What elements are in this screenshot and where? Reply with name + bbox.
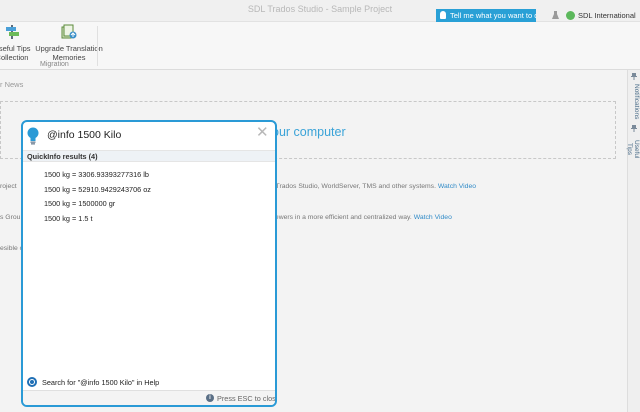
pin-icon-2[interactable] bbox=[630, 124, 638, 132]
ribbon-separator bbox=[97, 26, 98, 66]
tell-me-text: Tell me what you want to do... bbox=[450, 11, 536, 20]
result-item[interactable]: 1500 kg = 1500000 gr bbox=[23, 197, 275, 212]
watch-video-link-2[interactable]: Watch Video bbox=[414, 214, 452, 221]
quickinfo-popup: @info 1500 Kilo ✕ QuickInfo results (4) … bbox=[21, 120, 277, 407]
quickinfo-query[interactable]: @info 1500 Kilo bbox=[47, 129, 121, 141]
esc-hint: Press ESC to close bbox=[217, 394, 277, 403]
upgrade-tm-icon bbox=[61, 24, 77, 39]
search-icon bbox=[27, 377, 37, 387]
result-item[interactable]: 1500 kg = 1.5 t bbox=[23, 212, 275, 227]
result-item[interactable]: 1500 kg = 52910.9429243706 oz bbox=[23, 183, 275, 198]
bg-row-1-text: n Trados Studio, WorldServer, TMS and ot… bbox=[270, 183, 436, 190]
account-status-icon bbox=[566, 11, 575, 20]
ribbon: Useful Tips Collection Upgrade Translati… bbox=[0, 22, 640, 70]
tell-me-search[interactable]: Tell me what you want to do... bbox=[436, 9, 536, 22]
title-bar: SDL Trados Studio - Sample Project Tell … bbox=[0, 0, 640, 22]
useful-tips-button[interactable]: Useful Tips Collection bbox=[0, 24, 32, 62]
help-search-link[interactable]: Search for "@info 1500 Kilo" in Help bbox=[27, 376, 271, 389]
news-tab[interactable]: r News bbox=[0, 80, 23, 89]
bg-row-3-prefix: esible c bbox=[0, 245, 24, 252]
results-header: QuickInfo results (4) bbox=[23, 150, 275, 162]
tab-notifications[interactable]: Notifications bbox=[629, 82, 640, 122]
hero-text: our computer bbox=[272, 125, 346, 139]
results-header-text: QuickInfo results (4) bbox=[27, 152, 98, 161]
watch-video-link-1[interactable]: Watch Video bbox=[438, 183, 476, 190]
upgrade-tm-label-1: Upgrade Translation bbox=[35, 44, 103, 53]
bg-row-1: n Trados Studio, WorldServer, TMS and ot… bbox=[270, 183, 476, 190]
tips-icon bbox=[6, 25, 19, 39]
close-icon[interactable]: ✕ bbox=[256, 125, 269, 140]
help-search-text: Search for "@info 1500 Kilo" in Help bbox=[42, 378, 160, 387]
ribbon-group-label: Migration bbox=[40, 61, 69, 68]
account-name[interactable]: SDL International bbox=[578, 11, 636, 20]
lightbulb-icon bbox=[27, 127, 39, 145]
popup-footer: i Press ESC to close bbox=[23, 390, 275, 405]
results-list: 1500 kg = 3306.93393277316 lb 1500 kg = … bbox=[23, 168, 275, 226]
window-title: SDL Trados Studio - Sample Project bbox=[247, 4, 393, 14]
bg-row-2-text: viewers in a more efficient and centrali… bbox=[270, 214, 412, 221]
info-icon: i bbox=[206, 394, 214, 402]
upgrade-tm-button[interactable]: Upgrade Translation Memories bbox=[34, 24, 104, 62]
result-item[interactable]: 1500 kg = 3306.93393277316 lb bbox=[23, 168, 275, 183]
tab-useful-tips[interactable]: Useful Tips bbox=[626, 134, 640, 164]
popup-header: @info 1500 Kilo ✕ bbox=[23, 122, 275, 150]
side-panel-tabs: Notifications Useful Tips bbox=[626, 70, 640, 412]
useful-tips-label-1: Useful Tips bbox=[0, 44, 31, 53]
useful-tips-label-2: Collection bbox=[0, 53, 29, 62]
bg-row-1-prefix: roject bbox=[0, 183, 17, 190]
bg-row-2: viewers in a more efficient and centrali… bbox=[270, 214, 452, 221]
flask-icon[interactable] bbox=[552, 11, 559, 20]
bg-row-2-prefix: s Grou bbox=[0, 214, 21, 221]
lightbulb-icon bbox=[440, 11, 446, 19]
pin-icon[interactable] bbox=[630, 72, 638, 80]
